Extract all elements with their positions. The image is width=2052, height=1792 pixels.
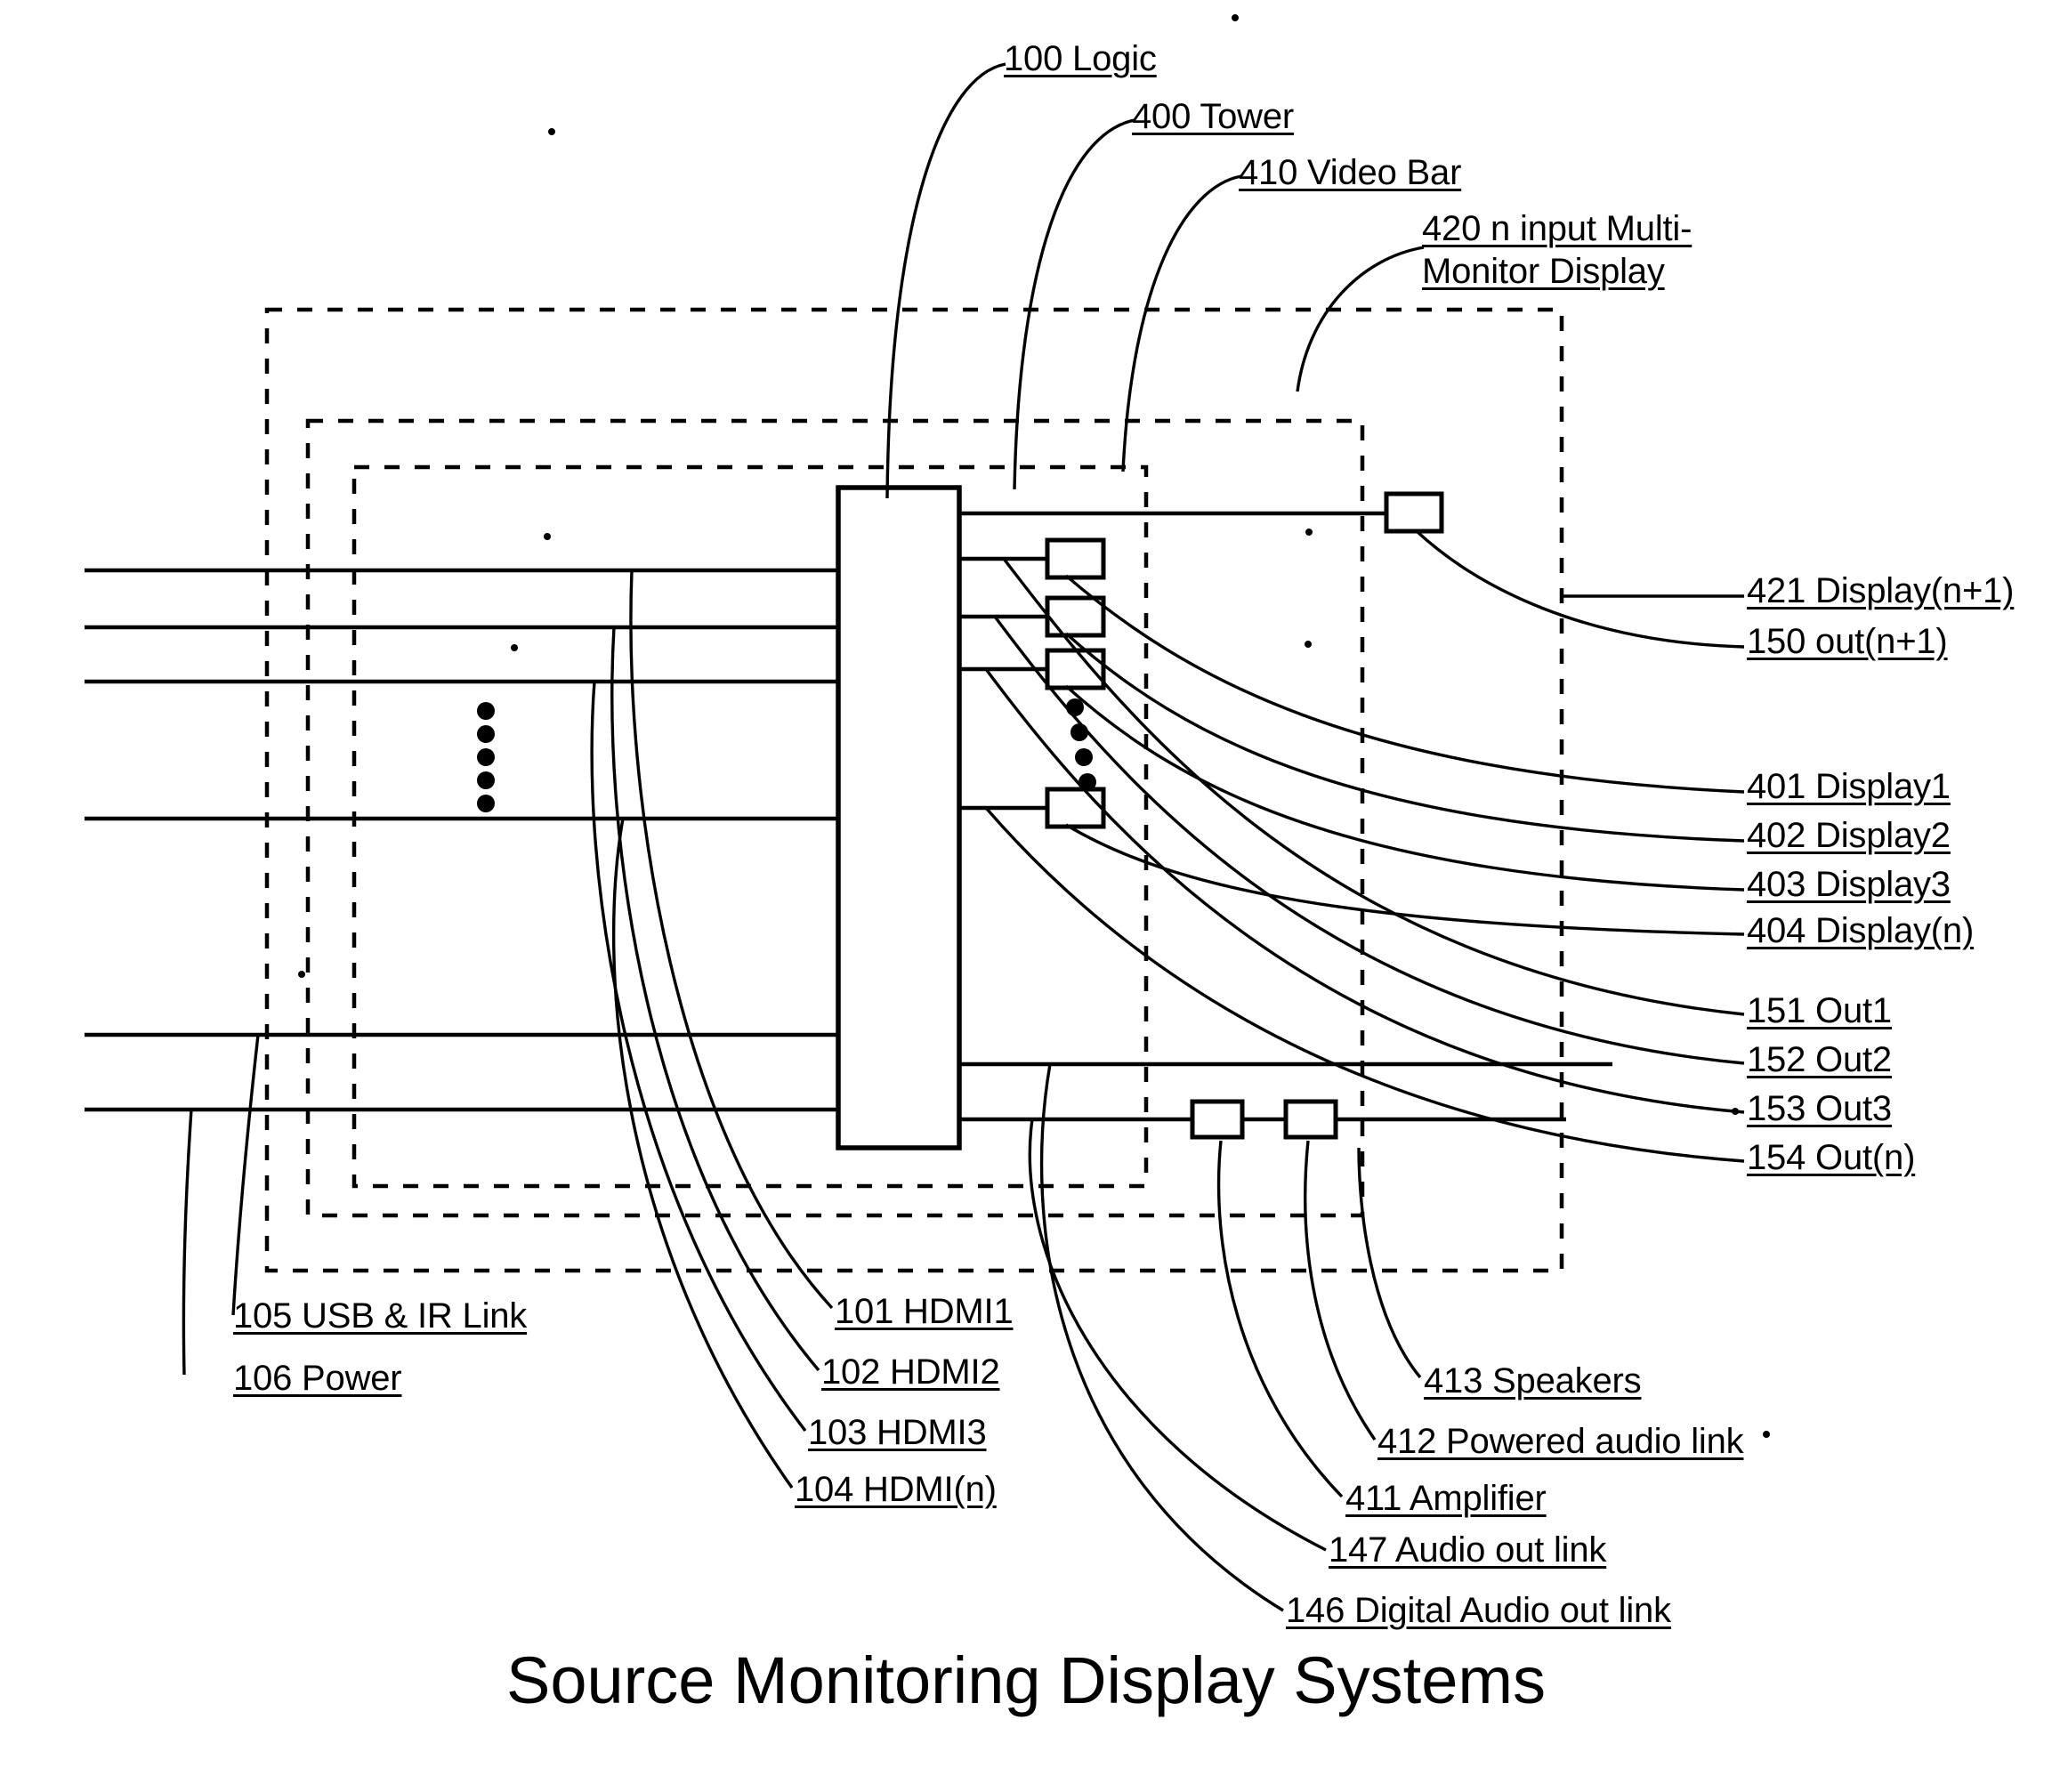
callout-105-usb-ir-link: 105 USB & IR Link [233, 1296, 528, 1336]
callout-403-display3: 403 Display3 [1747, 865, 1951, 904]
leader-106-power [182, 1109, 193, 1376]
callout-410-video-bar: 410 Video Bar [1239, 153, 1462, 192]
callout-154-out-n: 154 Out(n) [1747, 1138, 1916, 1177]
connector-box-out3 [1045, 648, 1106, 690]
callout-404-display-n: 404 Display(n) [1747, 911, 1975, 950]
callout-421-display-n-plus-1: 421 Display(n+1) [1747, 571, 2015, 610]
connector-box-outn [1045, 787, 1106, 829]
callout-150-out-n-plus-1: 150 out(n+1) [1747, 622, 1948, 661]
scan-speck [1763, 1431, 1770, 1438]
leader-410-video-bar [1121, 174, 1242, 472]
leader-150-out-n-plus-1 [1415, 529, 1745, 649]
leader-151-out1 [1002, 557, 1745, 1016]
callout-101-hdmi1: 101 HDMI1 [835, 1292, 1014, 1331]
leader-400-tower [1013, 118, 1135, 490]
leader-146-digital-audio-out-link [1039, 1063, 1284, 1612]
connector-box-out1 [1045, 537, 1106, 580]
callout-103-hdmi3: 103 HDMI3 [808, 1413, 987, 1452]
callout-151-out1: 151 Out1 [1747, 991, 1892, 1030]
connector-box-412-powered-audio-link [1283, 1099, 1338, 1140]
leader-401-display1 [1064, 574, 1745, 794]
callout-106-power: 106 Power [233, 1359, 402, 1398]
leader-413-speakers [1357, 1147, 1422, 1379]
callout-104-hdmi-n: 104 HDMI(n) [795, 1470, 997, 1509]
scan-speck [548, 128, 555, 135]
diagram-canvas [85, 14, 1770, 1612]
scan-speck [1305, 641, 1312, 648]
figure-title: Source Monitoring Display Systems [506, 1643, 1546, 1717]
enclosure-410-video-bar [351, 464, 1149, 1189]
callout-153-out3: 153 Out3 [1747, 1089, 1892, 1128]
leader-147-audio-out-link [1028, 1118, 1327, 1552]
logic-block-100 [836, 485, 962, 1150]
callout-100-logic: 100 Logic [1004, 39, 1157, 78]
input-ellipsis-dots [477, 702, 495, 812]
callout-147-audio-out-link: 147 Audio out link [1329, 1530, 1607, 1570]
callout-146-digital-audio-out-link: 146 Digital Audio out link [1286, 1591, 1671, 1630]
leader-102-hdmi2 [610, 626, 820, 1372]
scan-speck [1305, 529, 1313, 536]
scan-speck [1732, 1108, 1739, 1115]
leader-411-amplifier [1216, 1140, 1344, 1498]
callout-152-out2: 152 Out2 [1747, 1040, 1892, 1079]
callout-420-multi-monitor: 420 n input Multi- Monitor Display [1422, 209, 1692, 291]
callout-102-hdmi2: 102 HDMI2 [821, 1352, 1000, 1392]
callout-413-speakers: 413 Speakers [1424, 1361, 1642, 1401]
leader-104-hdmi-n [611, 818, 794, 1489]
leader-105-usb-ir-link [231, 1034, 260, 1316]
leader-403-display3 [1064, 684, 1745, 892]
scan-speck [298, 971, 305, 978]
callout-412-powered-audio-link: 412 Powered audio link [1377, 1422, 1744, 1461]
leader-154-out-n [984, 806, 1745, 1163]
patent-figure-sheet: 100 Logic 400 Tower 410 Video Bar 420 n … [0, 0, 2052, 1792]
connector-box-out2 [1045, 595, 1106, 638]
leader-420-multi-monitor [1296, 246, 1425, 392]
connector-box-out-n-plus-1 [1384, 491, 1444, 534]
callout-401-display1: 401 Display1 [1747, 767, 1951, 806]
leader-412-powered-audio-link [1304, 1140, 1377, 1441]
callout-400-tower: 400 Tower [1132, 97, 1295, 136]
leader-100-logic [885, 62, 1006, 499]
scan-speck [544, 533, 551, 540]
leader-402-display2 [1064, 632, 1745, 843]
callout-411-amplifier: 411 Amplifier [1345, 1479, 1547, 1518]
leader-103-hdmi3 [590, 681, 807, 1433]
scan-speck [511, 644, 518, 651]
callout-402-display2: 402 Display2 [1747, 816, 1951, 855]
connector-box-411-amplifier [1190, 1099, 1245, 1140]
scan-speck [1232, 14, 1239, 21]
